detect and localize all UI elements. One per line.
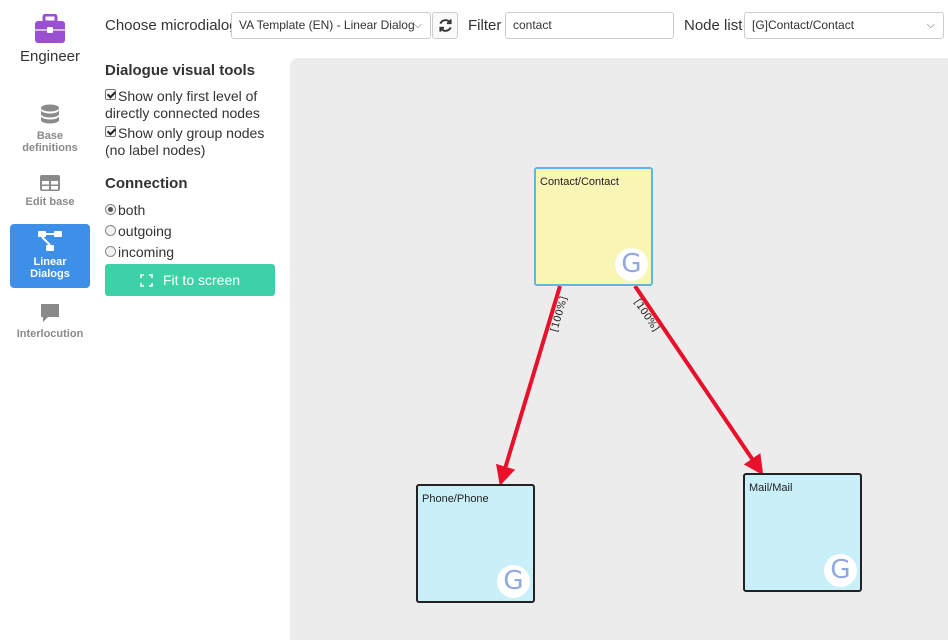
radio-label: both — [118, 202, 146, 218]
radio-outgoing[interactable]: outgoing — [105, 223, 285, 240]
nav-label: definitions — [22, 142, 78, 154]
node-list-label: Node list — [684, 17, 743, 34]
node-phone[interactable]: Phone/Phone G — [416, 484, 535, 603]
microdialog-value: VA Template (EN) - Linear Dialog — [239, 18, 415, 32]
radio-label: outgoing — [118, 223, 172, 239]
graph-canvas[interactable]: [100%] [100%] Contact/Contact G Phone/Ph… — [290, 58, 948, 640]
nav-item-base-definitions[interactable]: Base definitions — [10, 100, 90, 156]
nav-label: Edit base — [25, 196, 75, 208]
group-badge-icon: G — [497, 565, 530, 598]
node-mail[interactable]: Mail/Mail G — [743, 473, 862, 592]
brand-label: Engineer — [19, 48, 81, 65]
microdialog-select[interactable]: VA Template (EN) - Linear Dialog ⌵ — [231, 12, 431, 39]
option-label: (no label nodes) — [105, 142, 206, 158]
option-group-nodes[interactable]: Show only group nodes (no label nodes) — [105, 125, 285, 159]
left-nav: Engineer Base definitions Edit base Line… — [0, 0, 100, 640]
radio-both[interactable]: both — [105, 202, 285, 219]
node-title: Mail/Mail — [749, 482, 793, 494]
nav-item-linear-dialogs[interactable]: Linear Dialogs — [10, 224, 90, 288]
node-title: Contact/Contact — [540, 176, 619, 188]
option-first-level[interactable]: Show only first level of directly connec… — [105, 88, 285, 122]
nav-label: Base — [36, 130, 64, 142]
checkbox-group-nodes[interactable] — [105, 126, 116, 137]
refresh-button[interactable] — [432, 12, 458, 39]
hierarchy-icon — [38, 231, 62, 251]
filter-label: Filter — [468, 17, 502, 34]
table-icon — [40, 175, 60, 191]
node-title: Phone/Phone — [422, 493, 489, 505]
radio-incoming[interactable]: incoming — [105, 244, 285, 261]
radio-both-input[interactable] — [105, 204, 116, 215]
refresh-icon — [438, 19, 452, 32]
nav-label: Dialogs — [30, 268, 70, 280]
checkbox-first-level[interactable] — [105, 89, 116, 100]
edge-contact-to-phone[interactable] — [496, 285, 562, 486]
chevron-down-icon: ⌵ — [413, 19, 422, 31]
nav-item-edit-base[interactable]: Edit base — [10, 170, 90, 214]
filter-value: contact — [513, 18, 552, 32]
database-icon — [41, 104, 59, 124]
radio-incoming-input[interactable] — [105, 246, 116, 257]
expand-icon — [140, 273, 153, 287]
nav-label: Linear — [33, 256, 67, 268]
filter-input[interactable]: contact — [505, 12, 674, 39]
chevron-down-icon: ⌵ — [926, 19, 935, 31]
node-contact[interactable]: Contact/Contact G — [534, 167, 653, 286]
fit-to-screen-button[interactable]: Fit to screen — [105, 264, 275, 296]
radio-outgoing-input[interactable] — [105, 225, 116, 236]
radio-label: incoming — [118, 244, 175, 260]
option-label: Show only group nodes — [118, 125, 265, 141]
chat-icon — [41, 304, 59, 322]
microdialog-label: Choose microdialog — [105, 17, 238, 34]
fit-to-screen-label: Fit to screen — [162, 272, 241, 288]
nav-item-interlocution[interactable]: Interlocution — [10, 298, 90, 342]
option-label: directly connected nodes — [105, 105, 260, 121]
brand[interactable]: Engineer — [0, 14, 100, 65]
edge-contact-to-mail[interactable] — [633, 284, 764, 476]
group-badge-icon: G — [615, 248, 648, 281]
node-list-select[interactable]: [G]Contact/Contact ⌵ — [744, 12, 944, 39]
node-list-value: [G]Contact/Contact — [752, 18, 855, 32]
connection-title: Connection — [105, 175, 188, 192]
option-label: Show only first level of — [118, 88, 258, 104]
toolbox-icon — [35, 14, 65, 43]
nav-label: Interlocution — [16, 328, 84, 340]
group-badge-icon: G — [824, 554, 857, 587]
visual-tools-title: Dialogue visual tools — [105, 62, 256, 79]
